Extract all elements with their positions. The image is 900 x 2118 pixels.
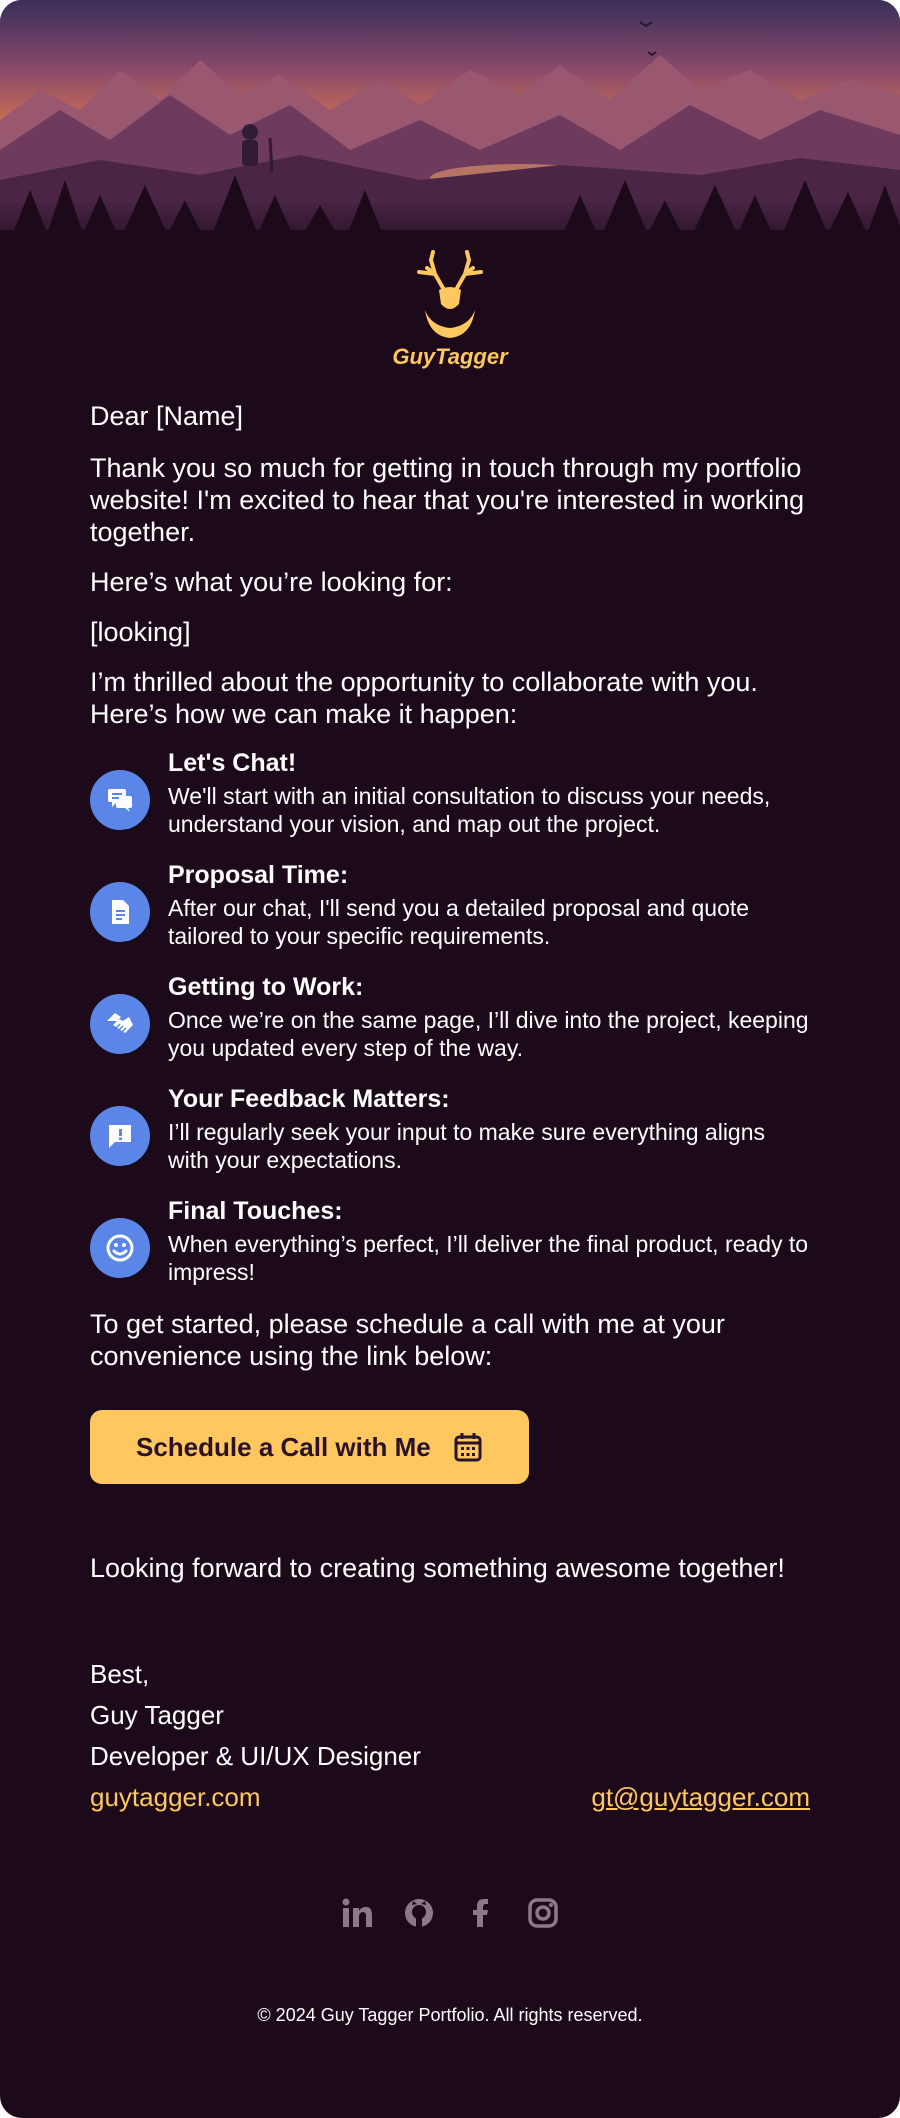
step-title: Let's Chat! (168, 749, 297, 777)
chat-icon (90, 770, 150, 830)
smiley-icon (90, 1218, 150, 1278)
step-proposal-time: Proposal Time: After our chat, I'll send… (90, 860, 810, 956)
email-body: Dear [Name] Thank you so much for gettin… (90, 400, 810, 1818)
step-title: Getting to Work: (168, 973, 364, 1001)
step-title: Proposal Time: (168, 861, 349, 889)
intro-paragraph: Thank you so much for getting in touch t… (90, 453, 805, 547)
brand-name: GuyTagger (392, 344, 508, 369)
greeting: Dear [Name] (90, 401, 244, 431)
github-icon[interactable] (402, 1896, 436, 1930)
step-lets-chat: Let's Chat! We'll start with an initial … (90, 748, 810, 844)
instagram-icon[interactable] (526, 1896, 560, 1930)
feedback-icon (90, 1106, 150, 1166)
step-title: Final Touches: (168, 1197, 343, 1225)
step-text: After our chat, I'll send you a detailed… (168, 895, 750, 949)
mountain-illustration (0, 0, 900, 260)
sender-name: Guy Tagger (90, 1700, 224, 1730)
collab-paragraph: I’m thrilled about the opportunity to co… (90, 667, 758, 729)
step-getting-to-work: Getting to Work: Once we’re on the same … (90, 972, 810, 1068)
document-icon (90, 882, 150, 942)
handshake-icon (90, 994, 150, 1054)
email-link[interactable]: gt@guytagger.com (591, 1777, 810, 1818)
sender-title: Developer & UI/UX Designer (90, 1741, 421, 1771)
looking-value: [looking] (90, 617, 191, 647)
calendar-icon (454, 1433, 482, 1462)
step-title: Your Feedback Matters: (168, 1085, 450, 1113)
signoff: Best, (90, 1659, 150, 1689)
step-text: When everything’s perfect, I’ll deliver … (168, 1231, 809, 1285)
step-text: We'll start with an initial consultation… (168, 783, 771, 837)
deer-logo-icon (417, 250, 483, 338)
step-feedback: Your Feedback Matters: I’ll regularly se… (90, 1084, 810, 1180)
step-final-touches: Final Touches: When everything’s perfect… (90, 1196, 810, 1292)
mountain-banner (0, 0, 900, 260)
footer-copyright: © 2024 Guy Tagger Portfolio. All rights … (257, 2005, 643, 2025)
schedule-call-label: Schedule a Call with Me (136, 1431, 431, 1462)
schedule-call-button[interactable]: Schedule a Call with Me (90, 1410, 529, 1484)
looking-intro: Here’s what you’re looking for: (90, 567, 453, 597)
closing-line: Looking forward to creating something aw… (90, 1553, 785, 1583)
linkedin-icon[interactable] (340, 1896, 374, 1930)
facebook-icon[interactable] (464, 1896, 498, 1930)
schedule-intro: To get started, please schedule a call w… (90, 1309, 725, 1371)
logo: GuyTagger (0, 250, 900, 370)
email-card: GuyTagger Dear [Name] Thank you so much … (0, 0, 900, 2118)
social-links (0, 1896, 900, 1930)
contact-links: guytagger.com gt@guytagger.com (90, 1777, 810, 1818)
step-text: I’ll regularly seek your input to make s… (168, 1119, 766, 1173)
website-link[interactable]: guytagger.com (90, 1777, 261, 1818)
signature: Best, Guy Tagger Developer & UI/UX Desig… (90, 1654, 810, 1818)
step-text: Once we’re on the same page, I’ll dive i… (168, 1007, 809, 1061)
